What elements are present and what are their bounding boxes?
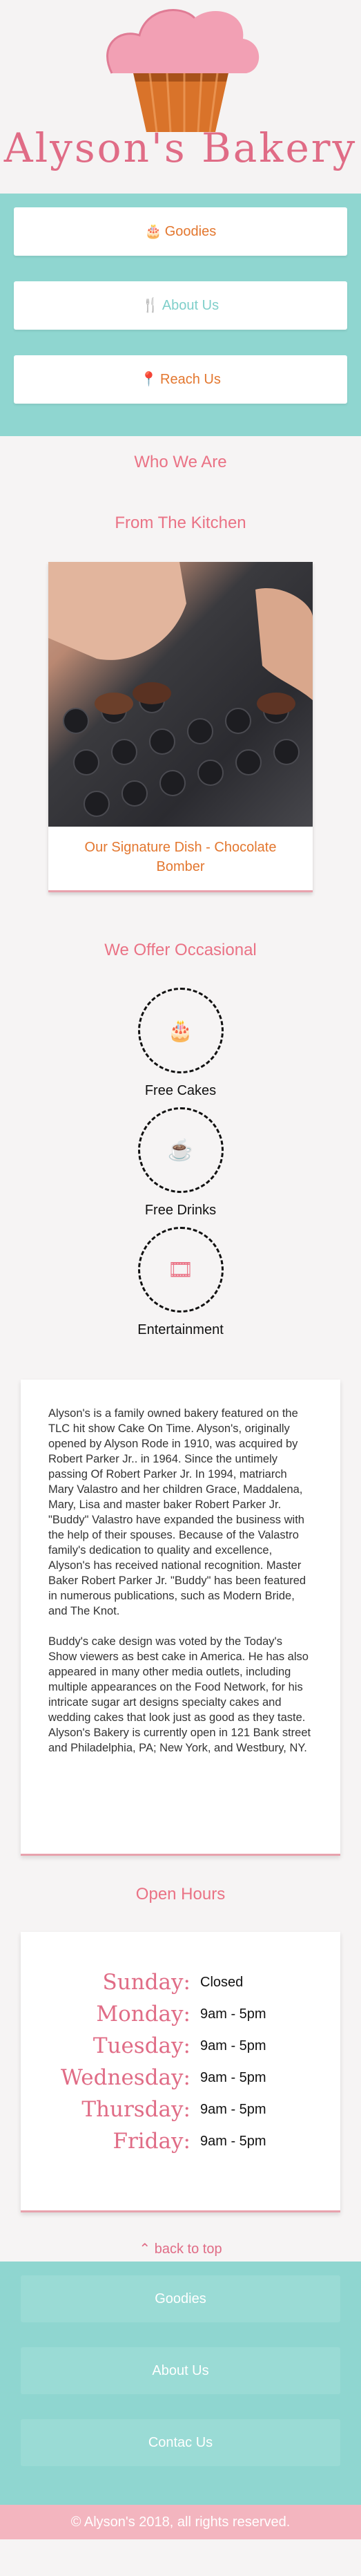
hours-row: Monday: 9am - 5pm xyxy=(21,1998,340,2030)
chevron-up-icon: ⌃ xyxy=(139,2241,151,2257)
hours-panel: Sunday: Closed Monday: 9am - 5pm Tuesday… xyxy=(21,1932,340,2212)
feature-entertainment: 🎞 Entertainment xyxy=(0,1227,361,1338)
hours-time: 9am - 5pm xyxy=(200,2038,266,2053)
feature-label: Entertainment xyxy=(137,1322,224,1337)
feature-label: Free Drinks xyxy=(144,1203,217,1218)
hours-row: Thursday: 9am - 5pm xyxy=(21,2094,340,2125)
cake-icon: 🎂 xyxy=(144,224,162,239)
kitchen-title: From The Kitchen xyxy=(115,514,246,532)
hours-row: Tuesday: 9am - 5pm xyxy=(21,2030,340,2062)
hours-time: 9am - 5pm xyxy=(200,2101,266,2117)
hours-day: Wednesday: xyxy=(60,2065,191,2090)
hours-row: Wednesday: 9am - 5pm xyxy=(21,2062,340,2094)
map-marker-icon: 📍 xyxy=(140,372,158,387)
hours-time: 9am - 5pm xyxy=(200,2006,266,2022)
about-panel: Alyson's is a family owned bakery featur… xyxy=(21,1380,340,1856)
about-paragraph-1: Alyson's is a family owned bakery featur… xyxy=(48,1407,306,1617)
footer-goodies-link[interactable]: Goodies xyxy=(21,2275,340,2322)
nav-goodies-button[interactable]: 🎂 Goodies xyxy=(14,207,347,256)
footer-nav: Goodies About Us Contac Us xyxy=(0,2262,361,2505)
main-nav: 🎂 Goodies 🍴 About Us 📍 Reach Us xyxy=(0,194,361,436)
film-icon: 🎞 xyxy=(137,1227,224,1313)
chocolate-bomber-image xyxy=(48,562,313,827)
footer-contact-link[interactable]: Contac Us xyxy=(21,2419,340,2466)
offer-title: We Offer Occasional xyxy=(104,941,257,959)
signature-dish-card[interactable]: Our Signature Dish - Chocolate Bomber xyxy=(48,562,313,892)
open-hours-title: Open Hours xyxy=(135,1885,226,1903)
hours-day: Friday: xyxy=(113,2129,191,2154)
who-we-are-title: Who We Are xyxy=(134,453,227,471)
back-to-top-link[interactable]: ⌃ back to top xyxy=(0,2240,361,2257)
hours-time: 9am - 5pm xyxy=(200,2133,266,2149)
hours-day: Sunday: xyxy=(102,1970,191,1995)
nav-about-button[interactable]: 🍴 About Us xyxy=(14,281,347,330)
nav-reach-button[interactable]: 📍 Reach Us xyxy=(14,355,347,404)
brand-name: Alyson's Bakery xyxy=(3,124,358,171)
hours-row: Friday: 9am - 5pm xyxy=(21,2125,340,2157)
hours-day: Tuesday: xyxy=(92,2033,191,2058)
signature-dish-caption: Our Signature Dish - Chocolate Bomber xyxy=(84,840,277,874)
about-paragraph-2: Buddy's cake design was voted by the Tod… xyxy=(48,1635,311,1754)
hours-day: Thursday: xyxy=(81,2097,191,2122)
feature-free-cakes: 🎂 Free Cakes xyxy=(0,988,361,1099)
hours-day: Monday: xyxy=(96,2002,191,2027)
cutlery-icon: 🍴 xyxy=(142,298,159,313)
cupcake-logo[interactable] xyxy=(91,4,271,142)
hours-time: Closed xyxy=(200,1974,244,1990)
copyright-bar: © Alyson's 2018, all rights reserved. xyxy=(0,2505,361,2539)
cake-icon: 🎂 xyxy=(137,988,224,1073)
hours-time: 9am - 5pm xyxy=(200,2069,266,2085)
coffee-icon: ☕ xyxy=(137,1107,224,1193)
site-header: Alyson's Bakery xyxy=(0,0,361,194)
feature-label: Free Cakes xyxy=(144,1083,217,1098)
feature-free-drinks: ☕ Free Drinks xyxy=(0,1107,361,1219)
footer-about-link[interactable]: About Us xyxy=(21,2347,340,2394)
hours-row: Sunday: Closed xyxy=(21,1966,340,1998)
